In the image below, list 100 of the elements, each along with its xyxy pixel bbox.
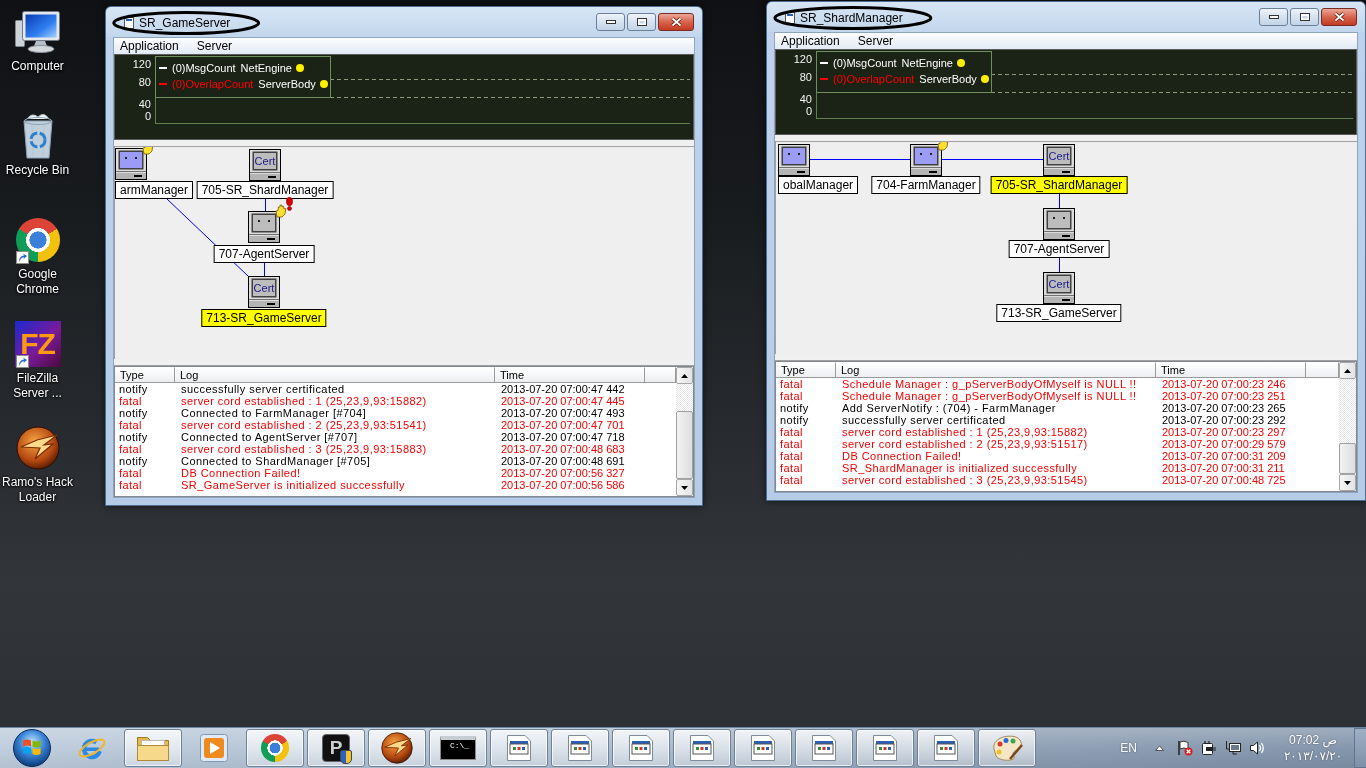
desktop-icon-label[interactable]: Ramo's Hack Loader (0, 475, 75, 505)
log-cell-text: 2013-07-20 07:00:23 251 (1161, 390, 1287, 402)
speaker-icon[interactable] (1249, 740, 1265, 756)
legend-source: NetEngine (240, 61, 292, 75)
palette-icon (990, 733, 1024, 763)
start-orb-icon (12, 728, 52, 768)
log-cell-text: fatal (118, 467, 143, 479)
logo-icon[interactable]: FZ (14, 321, 61, 367)
log-cell-text: successfully server certificated (180, 383, 346, 395)
axis-label: 80 (798, 71, 812, 83)
desktop-icon-label[interactable]: FileZilla Server ... (0, 371, 75, 401)
column-header[interactable]: Log (836, 362, 1156, 378)
taskbar-button[interactable] (490, 729, 548, 767)
column-header[interactable]: Type (776, 362, 836, 378)
close-button[interactable] (658, 13, 694, 31)
scroll-thumb[interactable] (1339, 442, 1356, 474)
log-cell-text: DB Connection Failed! (841, 450, 963, 462)
browser-icon[interactable] (15, 218, 60, 262)
legend-source: ServerBody (919, 72, 977, 86)
legend-label: (0)OverlapCount (833, 72, 915, 86)
axis-label: 40 (137, 98, 151, 110)
taskbar-button[interactable] (368, 729, 426, 767)
taskbar-button[interactable] (673, 729, 731, 767)
window-icon (933, 734, 959, 762)
menu-item[interactable]: Application (775, 33, 846, 49)
column-header[interactable]: Time (495, 367, 645, 383)
desktop-icon-label[interactable]: Recycle Bin (0, 163, 75, 178)
scroll-down-button[interactable] (676, 479, 693, 496)
column-header[interactable]: Type (115, 367, 175, 383)
minimize-button[interactable] (596, 13, 625, 31)
log-cell-text: 2013-07-20 07:00:56 327 (500, 467, 626, 479)
log-cell-text: 2013-07-20 07:00:23 297 (1161, 426, 1287, 438)
app-icon (785, 12, 795, 24)
scroll-up-button[interactable] (676, 367, 693, 384)
scroll-thumb[interactable] (676, 410, 693, 479)
log-cell-text: notify (779, 402, 810, 414)
taskbar-button[interactable] (978, 729, 1036, 767)
log-cell-text: server cord established : 2 (25,23,9,93:51541) (180, 419, 428, 431)
window-icon (689, 734, 715, 762)
log-cell-text: 2013-07-20 07:00:29 579 (1161, 438, 1287, 450)
axis-label: 80 (137, 76, 151, 88)
log-cell-text: fatal (118, 443, 143, 455)
computer-icon[interactable] (13, 8, 62, 56)
menu-item[interactable]: Application (114, 38, 185, 54)
column-header[interactable]: Log (175, 367, 495, 383)
log-cell-text: 2013-07-20 07:00:47 701 (500, 419, 626, 431)
node-label: 707-AgentServer (213, 245, 315, 263)
log-cell-text: successfully server certificated (841, 414, 1007, 426)
window-title: SR_ShardManager (800, 12, 903, 24)
connector-line (265, 198, 266, 212)
window-icon (750, 734, 776, 762)
scroll-up-button[interactable] (1339, 362, 1356, 379)
computer-icon: Cert (249, 149, 281, 181)
close-icon (1333, 12, 1345, 22)
desktop-icon-label[interactable]: Computer (0, 59, 75, 74)
log-cell-text: 2013-07-20 07:00:31 211 (1161, 462, 1286, 474)
computer-icon: Cert (1043, 144, 1075, 176)
node-label: 705-SR_ShardManager (990, 176, 1128, 194)
terminal-icon: C:\_ (440, 736, 476, 760)
flag-icon[interactable] (1177, 740, 1193, 756)
app-icon: P (322, 734, 350, 762)
minimize-button[interactable] (1259, 8, 1288, 26)
scroll-down-button[interactable] (1339, 474, 1356, 491)
window-icon (628, 734, 654, 762)
connector-line (1059, 193, 1060, 209)
menu-item[interactable]: Server (851, 33, 900, 49)
axis-label: 0 (804, 105, 812, 117)
up-arrow-icon (1154, 745, 1164, 751)
log-cell-text: fatal (779, 390, 804, 402)
taskbar-button[interactable] (917, 729, 975, 767)
taskbar-button[interactable] (734, 729, 792, 767)
down-arrow-icon (681, 485, 688, 490)
axis-label: 0 (143, 110, 151, 122)
taskbar-button[interactable] (795, 729, 853, 767)
taskbar-button[interactable]: C:\_ (429, 729, 487, 767)
log-cell-text: 2013-07-20 07:00:23 246 (1161, 378, 1287, 390)
close-icon (670, 17, 682, 27)
taskbar-button[interactable] (551, 729, 609, 767)
status-dot-icon (295, 64, 304, 72)
log-cell-text: 2013-07-20 07:00:48 683 (500, 443, 626, 455)
plug-icon[interactable] (1201, 740, 1217, 756)
close-button[interactable] (1321, 8, 1357, 26)
log-cell-text: SR_GameServer is initialized successfully (180, 479, 406, 491)
computer-icon (248, 211, 280, 243)
maximize-button[interactable] (1290, 8, 1319, 26)
maximize-button[interactable] (627, 13, 656, 31)
log-cell-text: server cord established : 2 (25,23,9,93:51517) (841, 438, 1089, 450)
taskbar-button[interactable] (856, 729, 914, 767)
log-cell-text: fatal (779, 474, 804, 486)
taskbar-button[interactable] (612, 729, 670, 767)
emblem-icon[interactable] (15, 426, 60, 470)
log-cell-text: server cord established : 1 (25,23,9,93:15882) (841, 426, 1089, 438)
node-label: 705-SR_ShardManager (196, 181, 334, 199)
column-header[interactable]: Time (1156, 362, 1306, 378)
taskbar-button[interactable]: P (307, 729, 365, 767)
menu-item[interactable]: Server (190, 38, 239, 54)
network-icon[interactable] (1225, 740, 1241, 756)
node-label: 707-AgentServer (1008, 240, 1110, 258)
desktop-icon-label[interactable]: Google Chrome (0, 267, 75, 297)
log-cell-text: fatal (779, 438, 804, 450)
